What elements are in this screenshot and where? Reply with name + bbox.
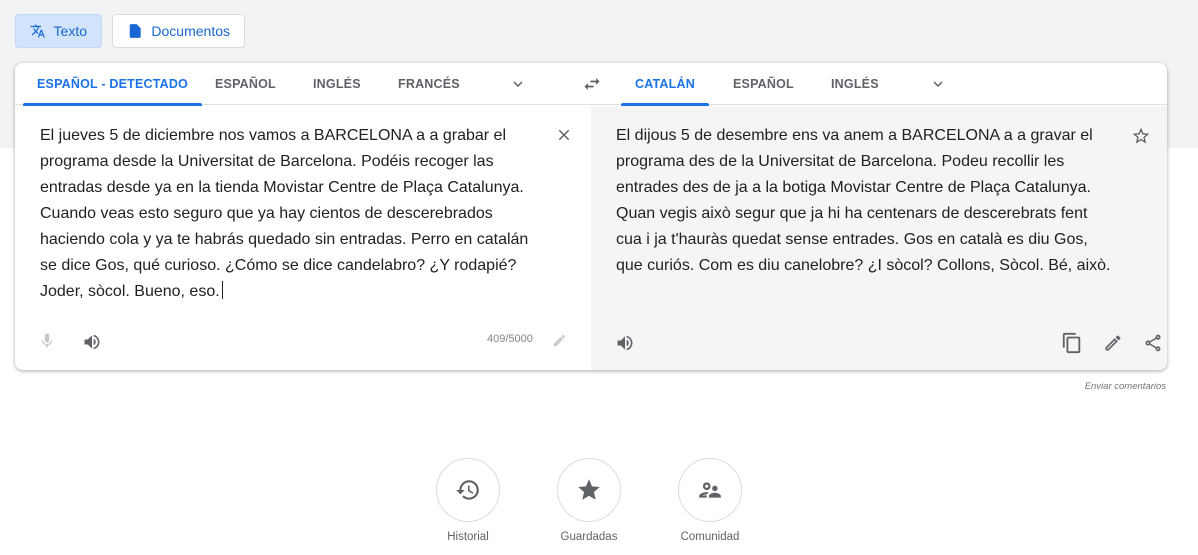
community-people-icon	[699, 482, 721, 498]
language-bar: ESPAÑOL - DETECTADO ESPAÑOL INGLÉS FRANC…	[15, 63, 1167, 106]
target-tab-english[interactable]: INGLÉS	[831, 63, 879, 105]
star-icon	[578, 479, 600, 500]
microphone-icon[interactable]	[38, 332, 56, 350]
saved-button[interactable]: Guardadas	[556, 458, 622, 543]
document-icon	[129, 24, 141, 38]
source-tab-french[interactable]: FRANCÉS	[398, 63, 460, 105]
history-button[interactable]: Historial	[435, 458, 501, 543]
history-icon	[456, 480, 479, 500]
community-label: Comunidad	[680, 531, 740, 543]
source-tab-english[interactable]: INGLÉS	[313, 63, 361, 105]
source-more-languages-chevron-down-icon[interactable]	[509, 75, 527, 93]
documents-mode-button[interactable]: Documentos	[112, 14, 245, 48]
send-feedback-link[interactable]: Enviar comentarios	[1085, 381, 1166, 392]
source-tab-detected[interactable]: ESPAÑOL - DETECTADO	[22, 63, 203, 106]
source-tab-spanish[interactable]: ESPAÑOL	[215, 63, 276, 105]
swap-languages-icon[interactable]	[582, 74, 602, 94]
source-listen-speaker-icon[interactable]	[82, 332, 102, 352]
suggest-edit-pencil-icon[interactable]	[1103, 333, 1123, 353]
source-pane[interactable]: El jueves 5 de diciembre nos vamos a BAR…	[15, 106, 591, 370]
text-mode-button[interactable]: Texto	[15, 14, 102, 48]
saved-label: Guardadas	[560, 531, 618, 543]
character-count: 409/5000	[487, 333, 533, 345]
translation-card: ESPAÑOL - DETECTADO ESPAÑOL INGLÉS FRANC…	[15, 63, 1167, 370]
target-more-languages-chevron-down-icon[interactable]	[929, 75, 947, 93]
clear-text-close-icon[interactable]	[555, 126, 573, 144]
share-icon[interactable]	[1143, 333, 1163, 353]
target-listen-speaker-icon[interactable]	[615, 333, 635, 353]
target-tab-spanish[interactable]: ESPAÑOL	[733, 63, 794, 105]
save-translation-star-icon[interactable]	[1131, 126, 1151, 146]
text-mode-label: Texto	[53, 23, 87, 39]
copy-icon[interactable]	[1061, 332, 1083, 354]
text-caret	[221, 281, 223, 299]
handwriting-pencil-icon[interactable]	[552, 333, 567, 348]
translate-icon	[30, 24, 45, 38]
history-label: Historial	[447, 531, 489, 543]
target-tab-catalan[interactable]: CATALÁN	[621, 63, 709, 106]
translation-text: El dijous 5 de desembre ens va anem a BA…	[616, 127, 1111, 274]
documents-mode-label: Documentos	[151, 23, 230, 39]
source-text-input[interactable]: El jueves 5 de diciembre nos vamos a BAR…	[40, 123, 540, 305]
community-button[interactable]: Comunidad	[677, 458, 743, 543]
target-pane: El dijous 5 de desembre ens va anem a BA…	[591, 106, 1167, 370]
